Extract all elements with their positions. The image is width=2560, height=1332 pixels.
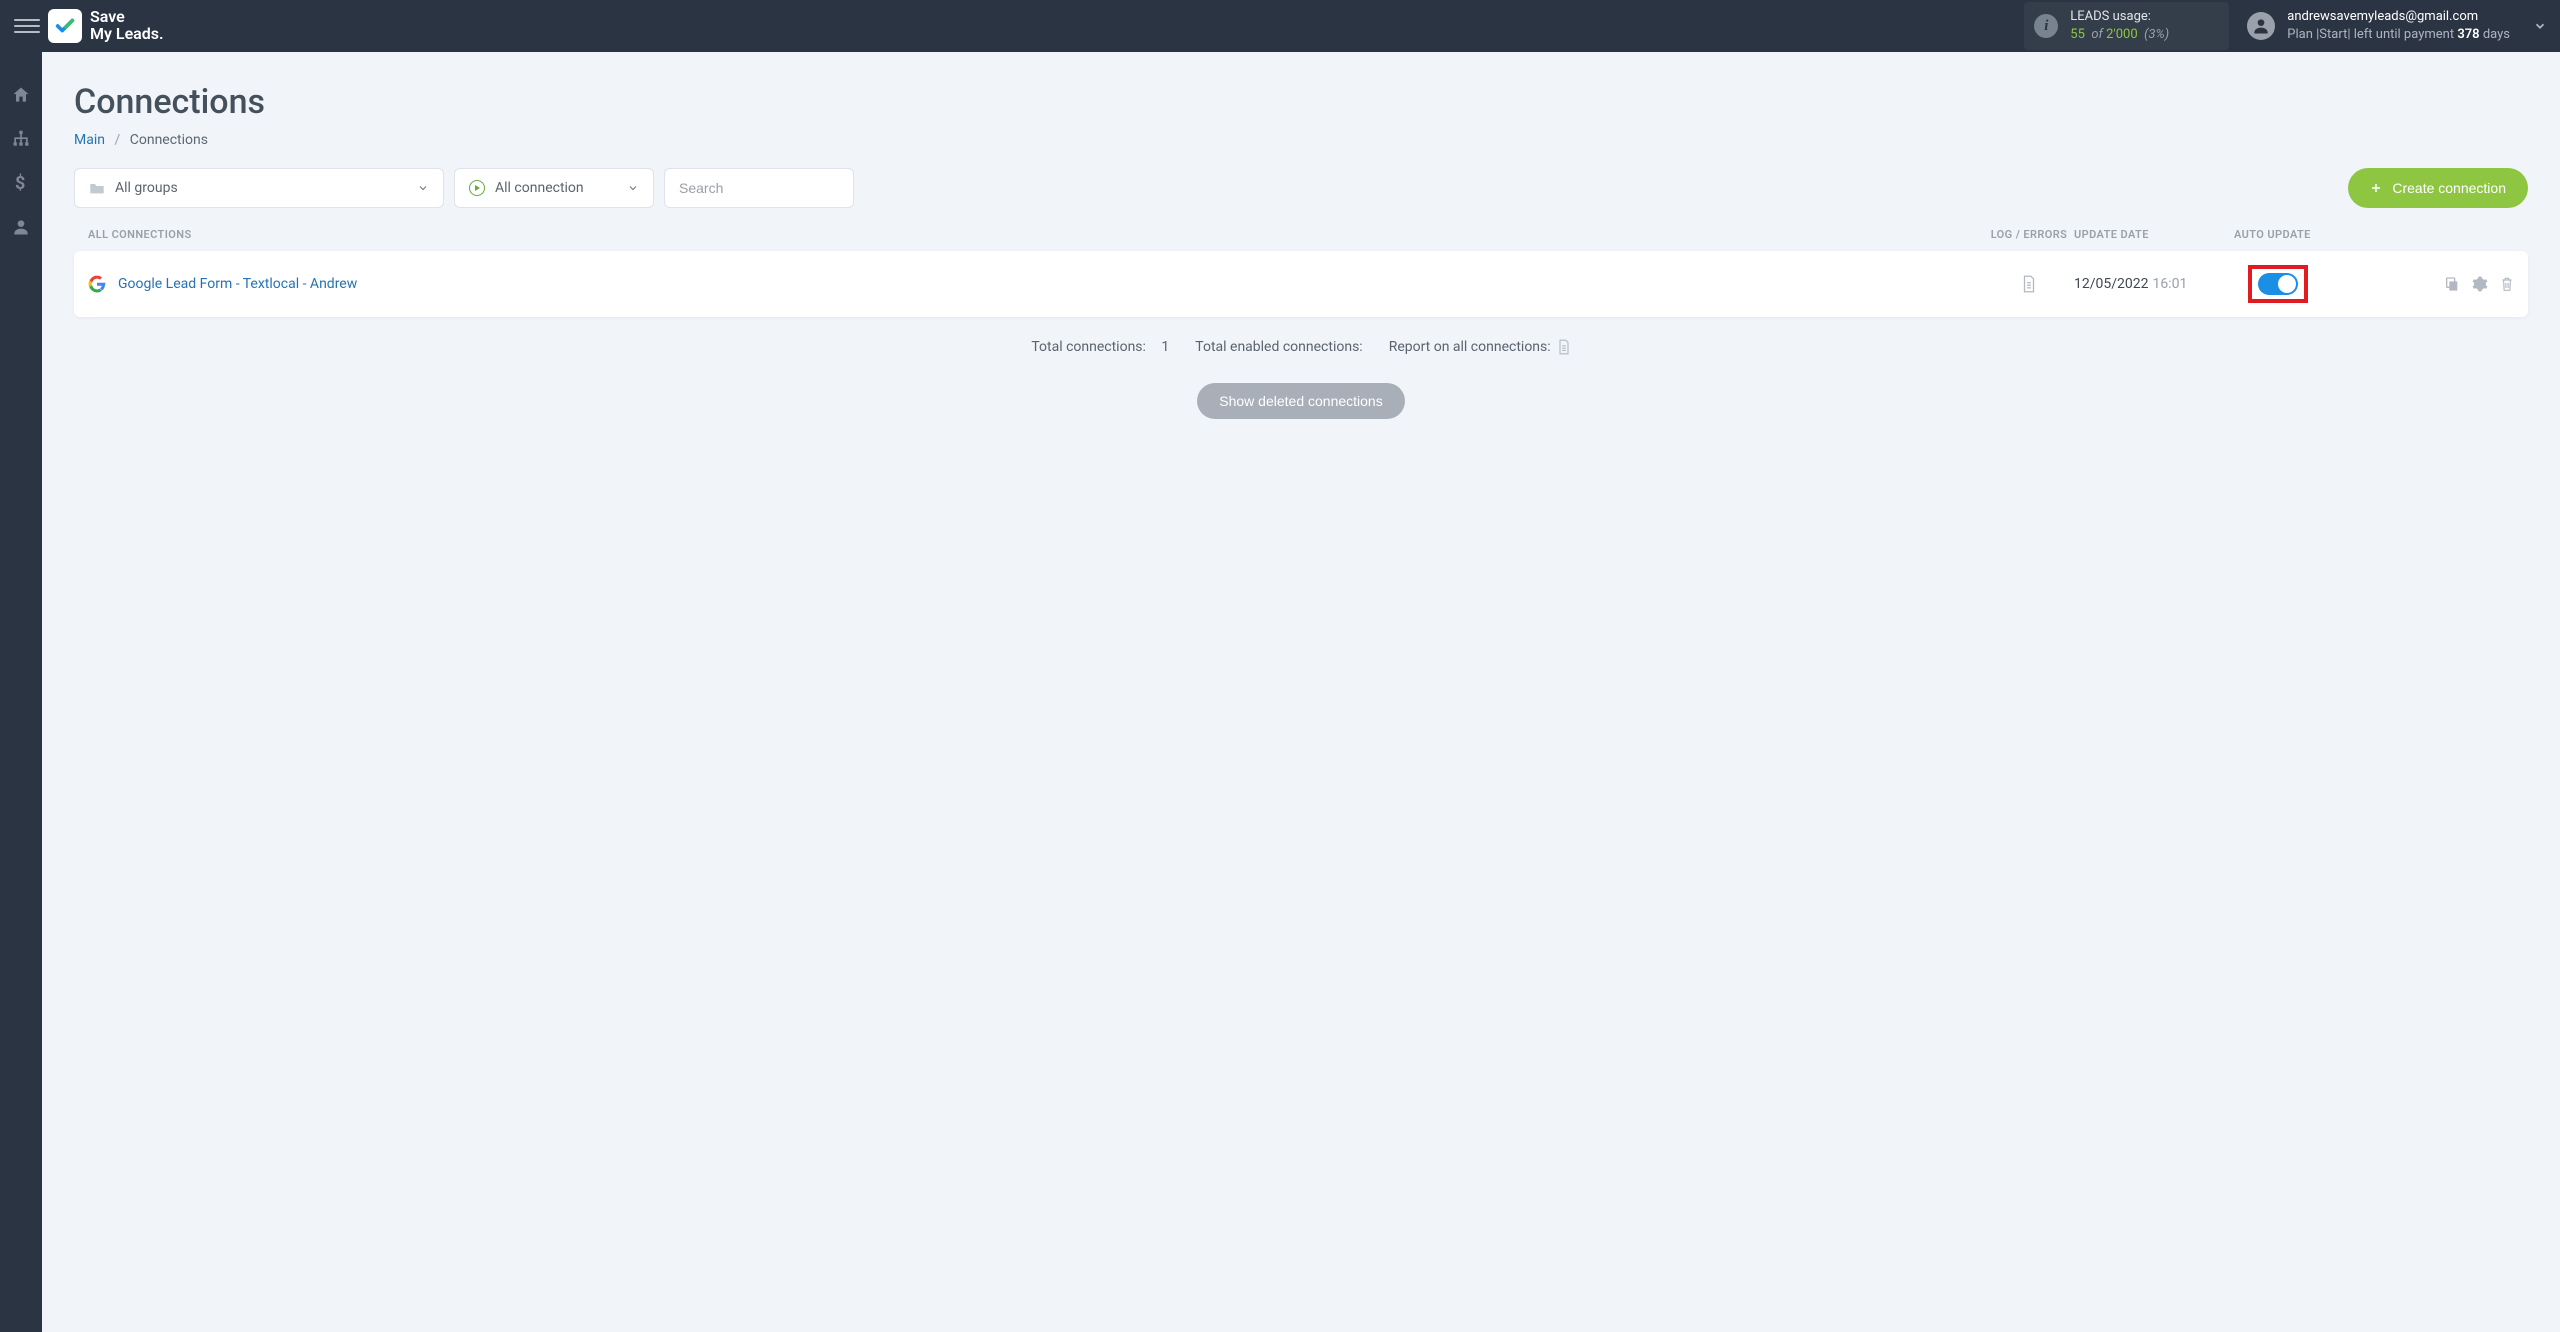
col-update: UPDATE DATE: [2074, 228, 2234, 241]
connections-list: Google Lead Form - Textlocal - Andrew 12…: [74, 251, 2528, 317]
user-menu-chevron[interactable]: [2520, 19, 2560, 33]
logo-text: Save My Leads.: [90, 9, 164, 43]
info-icon: i: [2034, 14, 2058, 38]
summary-row: Total connections: 1 Total enabled conne…: [74, 339, 2528, 355]
sidebar-item-account[interactable]: [0, 212, 42, 242]
avatar-icon: [2247, 12, 2275, 40]
connection-status-label: All connection: [495, 180, 584, 196]
sidebar-item-home[interactable]: [0, 80, 42, 110]
highlight-annotation: [2248, 265, 2308, 303]
col-log: LOG / ERRORS: [1984, 228, 2074, 241]
plus-icon: [2370, 182, 2382, 194]
total-connections: Total connections: 1: [1031, 339, 1169, 355]
col-name: ALL CONNECTIONS: [88, 228, 1984, 241]
svg-text:$: $: [15, 173, 25, 193]
delete-icon[interactable]: [2500, 276, 2514, 292]
breadcrumb-current: Connections: [130, 132, 208, 148]
update-date-cell: 12/05/202216:01: [2074, 276, 2234, 292]
sidebar: $: [0, 52, 42, 1332]
main-content: Connections Main / Connections All group…: [42, 52, 2560, 1332]
create-connection-button[interactable]: Create connection: [2348, 168, 2528, 208]
user-info: andrewsavemyleads@gmail.com Plan |Start|…: [2287, 8, 2510, 43]
col-auto: AUTO UPDATE: [2234, 228, 2384, 241]
search-input[interactable]: [679, 180, 839, 196]
show-deleted-button[interactable]: Show deleted connections: [1197, 383, 1404, 419]
settings-icon[interactable]: [2472, 276, 2488, 292]
body: $ Connections Main / Connections: [0, 52, 2560, 1332]
menu-toggle-button[interactable]: [14, 13, 40, 39]
search-box[interactable]: [664, 168, 854, 208]
folder-icon: [89, 181, 105, 195]
connection-status-dropdown[interactable]: All connection: [454, 168, 654, 208]
breadcrumb: Main / Connections: [74, 132, 2528, 148]
sidebar-item-billing[interactable]: $: [0, 168, 42, 198]
create-connection-label: Create connection: [2392, 180, 2506, 196]
enabled-connections: Total enabled connections:: [1195, 339, 1362, 355]
user-plan: Plan |Start| left until payment 378 days: [2287, 26, 2510, 44]
play-circle-icon: [469, 180, 485, 196]
auto-update-cell: [2234, 265, 2384, 303]
google-icon: [88, 275, 106, 293]
chevron-down-icon: [417, 182, 429, 194]
auto-update-toggle[interactable]: [2258, 273, 2298, 295]
chevron-down-icon: [627, 182, 639, 194]
log-icon[interactable]: [2021, 275, 2037, 293]
groups-dropdown[interactable]: All groups: [74, 168, 444, 208]
row-actions: [2384, 276, 2514, 292]
show-deleted-wrap: Show deleted connections: [74, 383, 2528, 419]
connection-name-link[interactable]: Google Lead Form - Textlocal - Andrew: [118, 276, 357, 292]
user-menu[interactable]: andrewsavemyleads@gmail.com Plan |Start|…: [2247, 8, 2520, 43]
copy-icon[interactable]: [2444, 276, 2460, 292]
user-email: andrewsavemyleads@gmail.com: [2287, 8, 2510, 26]
report-icon[interactable]: [1557, 339, 1571, 355]
app-root: Save My Leads. i LEADS usage: 55 of 2'00…: [0, 0, 2560, 1332]
sidebar-item-connections[interactable]: [0, 124, 42, 154]
log-cell: [1984, 275, 2074, 293]
logo[interactable]: Save My Leads.: [48, 9, 164, 43]
breadcrumb-main-link[interactable]: Main: [74, 132, 105, 148]
leads-usage-label: LEADS usage:: [2070, 8, 2169, 26]
topbar: Save My Leads. i LEADS usage: 55 of 2'00…: [0, 0, 2560, 52]
groups-dropdown-label: All groups: [115, 180, 178, 196]
connection-name-cell: Google Lead Form - Textlocal - Andrew: [88, 275, 1984, 293]
filter-row: All groups All connection: [74, 168, 2528, 208]
leads-usage-box: i LEADS usage: 55 of 2'000 (3%): [2024, 2, 2229, 49]
list-header: ALL CONNECTIONS LOG / ERRORS UPDATE DATE…: [74, 228, 2528, 251]
table-row: Google Lead Form - Textlocal - Andrew 12…: [74, 251, 2528, 317]
logo-icon: [48, 9, 82, 43]
leads-usage-value: 55 of 2'000 (3%): [2070, 26, 2169, 44]
report-connections: Report on all connections:: [1389, 339, 1571, 355]
page-title: Connections: [74, 82, 2528, 122]
